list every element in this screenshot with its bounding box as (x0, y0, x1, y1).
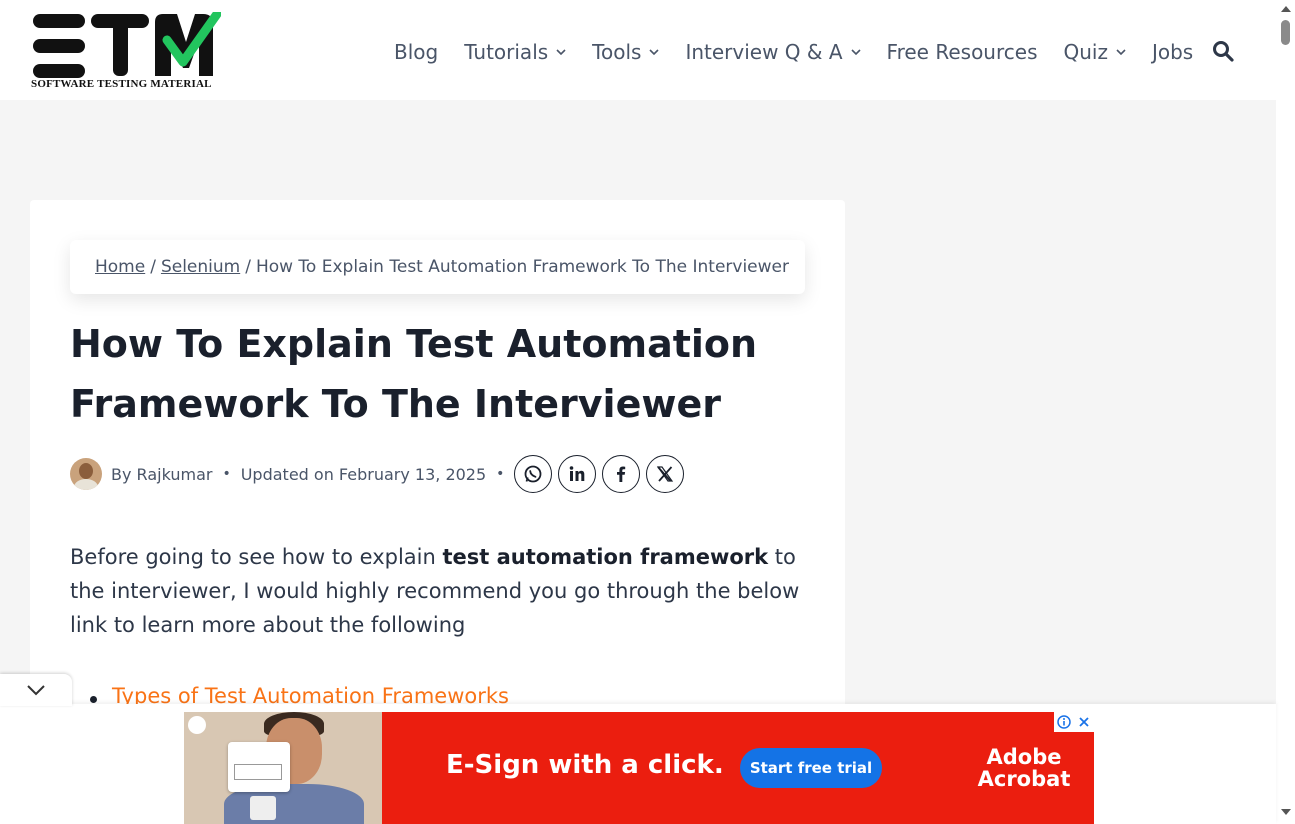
nav-label: Free Resources (886, 40, 1038, 64)
ad-bar: E-Sign with a click. Start free trial Ad… (0, 674, 1276, 824)
ad-cta-button[interactable]: Start free trial (740, 748, 882, 788)
intro-text: Before going to see how to explain (70, 545, 443, 569)
facebook-icon (617, 466, 626, 482)
scroll-down-arrow-icon[interactable] (1281, 809, 1291, 815)
chevron-down-icon (850, 49, 861, 56)
x-icon (657, 466, 674, 482)
nav-item-interview[interactable]: Interview Q & A (685, 40, 861, 64)
ad-info-icon[interactable] (1054, 712, 1074, 732)
article-title: How To Explain Test Automation Framework… (70, 322, 758, 426)
nav-item-tutorials[interactable]: Tutorials (464, 40, 566, 64)
article-meta: By Rajkumar • Updated on February 13, 20… (70, 455, 690, 493)
nav-item-jobs[interactable]: Jobs (1152, 40, 1193, 64)
nav-label: Quiz (1063, 40, 1108, 64)
nav-label: Tools (592, 40, 642, 64)
main-nav: Blog Tutorials Tools Interview Q & A Fre… (394, 38, 1219, 66)
logo-mark (33, 12, 221, 78)
whatsapp-icon (525, 465, 542, 483)
nav-item-blog[interactable]: Blog (394, 40, 438, 64)
ad-brand-line: Adobe (986, 745, 1062, 769)
author-prefix: By (111, 464, 132, 484)
meta-separator-dot: • (496, 466, 505, 482)
author-link[interactable]: Rajkumar (137, 465, 213, 484)
chevron-down-icon (556, 49, 566, 56)
phone-icon (250, 796, 276, 820)
ad-headline: E-Sign with a click. (446, 750, 724, 780)
chevron-down-icon (649, 49, 660, 56)
shield-icon (188, 716, 206, 734)
breadcrumb-separator: / (245, 257, 251, 277)
nav-label: Blog (394, 40, 439, 64)
chevron-down-icon (27, 685, 45, 696)
article-card: Home / Selenium / How To Explain Test Automa… (30, 200, 845, 720)
logo-subtitle: SOFTWARE TESTING MATERIAL (31, 78, 212, 90)
author-avatar[interactable] (70, 458, 102, 490)
updated-date: Updated on February 13, 2025 (240, 464, 487, 484)
scroll-thumb[interactable] (1281, 20, 1290, 45)
intro-bold-text: test automation framework (442, 545, 769, 569)
nav-item-free-resources[interactable]: Free Resources (887, 40, 1038, 64)
nav-label: Tutorials (464, 40, 549, 64)
site-logo[interactable]: SOFTWARE TESTING MATERIAL (31, 12, 221, 92)
ad-photo (184, 712, 382, 824)
nav-label: Interview Q & A (685, 40, 843, 64)
breadcrumb-category-link[interactable]: Selenium (161, 257, 240, 277)
intro-paragraph: Before going to see how to explain test … (70, 540, 810, 642)
signature-card-icon (228, 742, 290, 792)
breadcrumb: Home / Selenium / How To Explain Test Automa… (70, 240, 805, 294)
ad-brand-line: Acrobat (977, 767, 1071, 791)
share-facebook-button[interactable] (602, 455, 641, 493)
breadcrumb-separator: / (150, 257, 156, 277)
share-linkedin-button[interactable] (558, 455, 597, 493)
chevron-down-icon (1116, 49, 1126, 56)
share-whatsapp-button[interactable] (514, 455, 553, 493)
scroll-up-arrow-icon[interactable] (1281, 6, 1291, 12)
site-header: SOFTWARE TESTING MATERIAL Blog Tutorials… (0, 0, 1276, 100)
search-icon[interactable] (1212, 40, 1234, 62)
share-x-button[interactable] (646, 455, 685, 493)
nav-label: Jobs (1151, 40, 1194, 64)
meta-separator-dot: • (222, 466, 231, 482)
breadcrumb-current: How To Explain Test Automation Framework… (255, 257, 789, 277)
ad-banner[interactable]: E-Sign with a click. Start free trial Ad… (184, 712, 1094, 824)
vertical-scrollbar[interactable] (1276, 0, 1295, 824)
ad-brand: Adobe Acrobat (974, 746, 1074, 790)
breadcrumb-home-link[interactable]: Home (95, 257, 145, 277)
nav-item-tools[interactable]: Tools (592, 40, 660, 64)
ad-close-icon[interactable] (1074, 712, 1094, 732)
nav-item-quiz[interactable]: Quiz (1063, 40, 1126, 64)
ad-collapse-toggle[interactable] (0, 674, 72, 706)
linkedin-icon (570, 466, 585, 481)
